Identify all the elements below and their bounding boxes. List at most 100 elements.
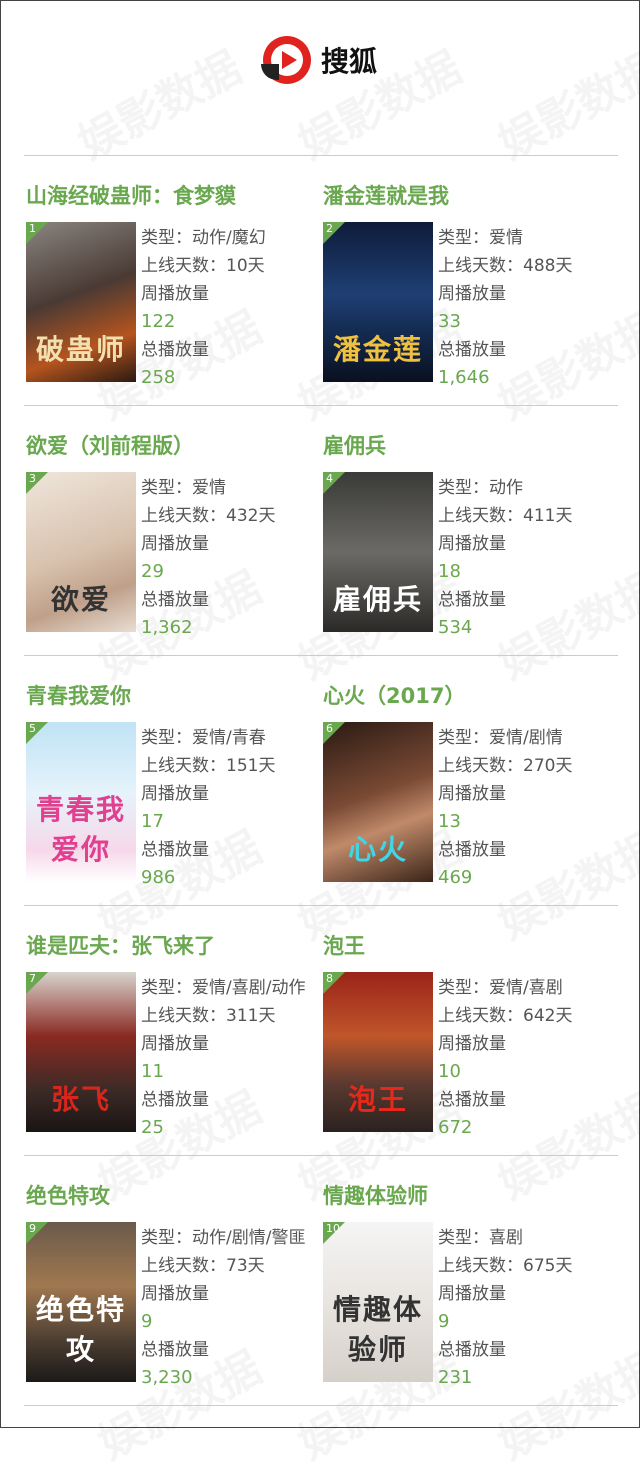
- poster-image[interactable]: 张飞 7: [26, 972, 136, 1132]
- show-title[interactable]: 情趣体验师: [323, 1180, 619, 1210]
- days-line: 上线天数：10天: [141, 252, 321, 280]
- show-title[interactable]: 谁是匹夫：张飞来了: [26, 930, 322, 960]
- type-value: 爱情/喜剧: [489, 978, 563, 998]
- type-line: 类型：爱情/喜剧/动作: [141, 974, 321, 1002]
- days-label: 上线天数：: [438, 1006, 523, 1026]
- type-value: 喜剧: [489, 1228, 523, 1248]
- rank-number: 4: [326, 472, 333, 485]
- row-divider: [24, 155, 618, 156]
- weekly-value: 29: [141, 561, 164, 582]
- weekly-label: 周播放量: [438, 1284, 506, 1304]
- sohu-video-logo-icon: [260, 36, 311, 84]
- weekly-value: 10: [438, 1061, 461, 1082]
- type-line: 类型：喜剧: [438, 1224, 618, 1252]
- weekly-label: 周播放量: [141, 1284, 209, 1304]
- poster-image[interactable]: 情趣体验师 10: [323, 1222, 433, 1382]
- total-value: 258: [141, 367, 176, 388]
- show-title[interactable]: 欲爱（刘前程版）: [26, 430, 322, 460]
- type-value: 爱情: [489, 228, 523, 248]
- days-value: 488天: [523, 256, 573, 276]
- days-value: 642天: [523, 1006, 573, 1026]
- rank-badge: 3: [26, 472, 48, 494]
- days-value: 270天: [523, 756, 573, 776]
- days-line: 上线天数：311天: [141, 1002, 321, 1030]
- days-value: 411天: [523, 506, 573, 526]
- poster-image[interactable]: 潘金莲 2: [323, 222, 433, 382]
- poster-title-text: 青春我爱你: [35, 793, 126, 866]
- ranking-card[interactable]: 潘金莲就是我 潘金莲 2 类型：爱情 上线天数：488天 周播放量 33 总播放…: [323, 180, 619, 410]
- show-title[interactable]: 心火（2017）: [323, 680, 619, 710]
- poster-image[interactable]: 破蛊师 1: [26, 222, 136, 382]
- days-line: 上线天数：642天: [438, 1002, 618, 1030]
- poster-image[interactable]: 心火 6: [323, 722, 433, 882]
- days-line: 上线天数：73天: [141, 1252, 321, 1280]
- type-line: 类型：爱情: [438, 224, 618, 252]
- weekly-value: 11: [141, 1061, 164, 1082]
- rank-badge: 5: [26, 722, 48, 744]
- ranking-card[interactable]: 情趣体验师 情趣体验师 10 类型：喜剧 上线天数：675天 周播放量 9 总播…: [323, 1180, 619, 1410]
- total-label: 总播放量: [438, 840, 506, 860]
- days-line: 上线天数：411天: [438, 502, 618, 530]
- ranking-card[interactable]: 雇佣兵 雇佣兵 4 类型：动作 上线天数：411天 周播放量 18 总播放量 5…: [323, 430, 619, 660]
- total-value: 672: [438, 1117, 473, 1138]
- show-title[interactable]: 青春我爱你: [26, 680, 322, 710]
- ranking-card[interactable]: 谁是匹夫：张飞来了 张飞 7 类型：爱情/喜剧/动作 上线天数：311天 周播放…: [26, 930, 322, 1160]
- type-label: 类型：: [141, 1228, 192, 1248]
- days-line: 上线天数：270天: [438, 752, 618, 780]
- weekly-value: 17: [141, 811, 164, 832]
- total-label: 总播放量: [438, 590, 506, 610]
- type-value: 动作/魔幻: [192, 228, 266, 248]
- rank-number: 7: [29, 972, 36, 985]
- show-title[interactable]: 雇佣兵: [323, 430, 619, 460]
- weekly-label: 周播放量: [438, 784, 506, 804]
- show-title[interactable]: 潘金莲就是我: [323, 180, 619, 210]
- show-info: 类型：爱情/剧情 上线天数：270天 周播放量 13 总播放量 469: [438, 724, 618, 892]
- poster-title-text: 欲爱: [50, 583, 111, 616]
- weekly-value: 9: [141, 1311, 153, 1332]
- poster-image[interactable]: 泡王 8: [323, 972, 433, 1132]
- total-label: 总播放量: [438, 340, 506, 360]
- weekly-value: 13: [438, 811, 461, 832]
- poster-image[interactable]: 青春我爱你 5: [26, 722, 136, 882]
- type-value: 爱情/青春: [192, 728, 266, 748]
- rank-number: 10: [326, 1222, 340, 1235]
- show-info: 类型：动作/魔幻 上线天数：10天 周播放量 122 总播放量 258: [141, 224, 321, 392]
- total-value: 1,646: [438, 367, 490, 388]
- ranking-card[interactable]: 青春我爱你 青春我爱你 5 类型：爱情/青春 上线天数：151天 周播放量 17…: [26, 680, 322, 910]
- type-label: 类型：: [438, 1228, 489, 1248]
- type-value: 爱情/喜剧/动作: [192, 978, 306, 998]
- days-line: 上线天数：432天: [141, 502, 321, 530]
- weekly-label: 周播放量: [141, 1034, 209, 1054]
- show-info: 类型：爱情/青春 上线天数：151天 周播放量 17 总播放量 986: [141, 724, 321, 892]
- type-label: 类型：: [438, 728, 489, 748]
- rank-badge: 6: [323, 722, 345, 744]
- poster-image[interactable]: 雇佣兵 4: [323, 472, 433, 632]
- rank-badge: 2: [323, 222, 345, 244]
- days-value: 10天: [226, 256, 265, 276]
- ranking-card[interactable]: 绝色特攻 绝色特攻 9 类型：动作/剧情/警匪 上线天数：73天 周播放量 9 …: [26, 1180, 322, 1410]
- days-label: 上线天数：: [141, 256, 226, 276]
- type-label: 类型：: [141, 478, 192, 498]
- type-line: 类型：爱情/剧情: [438, 724, 618, 752]
- ranking-card[interactable]: 心火（2017） 心火 6 类型：爱情/剧情 上线天数：270天 周播放量 13…: [323, 680, 619, 910]
- days-value: 432天: [226, 506, 276, 526]
- rank-number: 1: [29, 222, 36, 235]
- show-info: 类型：动作 上线天数：411天 周播放量 18 总播放量 534: [438, 474, 618, 642]
- days-label: 上线天数：: [141, 1006, 226, 1026]
- type-value: 动作: [489, 478, 523, 498]
- ranking-card[interactable]: 欲爱（刘前程版） 欲爱 3 类型：爱情 上线天数：432天 周播放量 29 总播…: [26, 430, 322, 660]
- poster-image[interactable]: 欲爱 3: [26, 472, 136, 632]
- show-info: 类型：爱情/喜剧 上线天数：642天 周播放量 10 总播放量 672: [438, 974, 618, 1142]
- days-label: 上线天数：: [438, 256, 523, 276]
- type-line: 类型：爱情/喜剧: [438, 974, 618, 1002]
- show-title[interactable]: 泡王: [323, 930, 619, 960]
- show-title[interactable]: 山海经破蛊师：食梦貘: [26, 180, 322, 210]
- poster-title-text: 泡王: [347, 1083, 408, 1116]
- weekly-label: 周播放量: [438, 534, 506, 554]
- days-value: 73天: [226, 1256, 265, 1276]
- show-title[interactable]: 绝色特攻: [26, 1180, 322, 1210]
- ranking-card[interactable]: 泡王 泡王 8 类型：爱情/喜剧 上线天数：642天 周播放量 10 总播放量 …: [323, 930, 619, 1160]
- total-label: 总播放量: [438, 1340, 506, 1360]
- ranking-card[interactable]: 山海经破蛊师：食梦貘 破蛊师 1 类型：动作/魔幻 上线天数：10天 周播放量 …: [26, 180, 322, 410]
- poster-image[interactable]: 绝色特攻 9: [26, 1222, 136, 1382]
